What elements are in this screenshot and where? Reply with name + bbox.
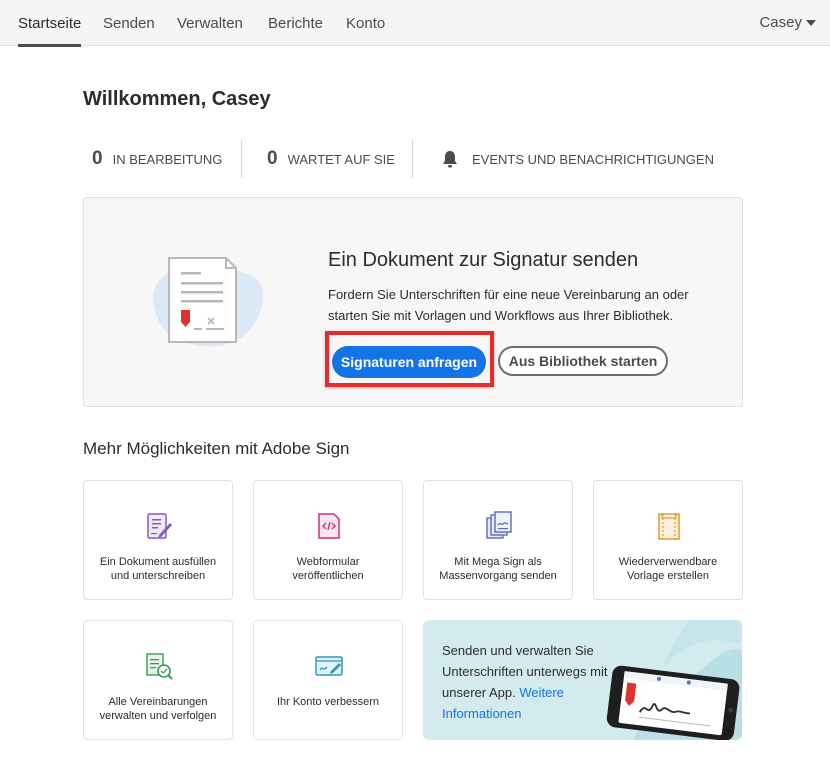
- nav-tab-berichte[interactable]: Berichte: [268, 0, 323, 46]
- mobile-app-promo: Senden und verwalten Sie Unterschriften …: [423, 620, 742, 740]
- hero-title: Ein Dokument zur Signatur senden: [328, 249, 639, 271]
- document-signature-illustration: [144, 250, 268, 355]
- nav-tab-senden[interactable]: Senden: [103, 0, 155, 46]
- request-signatures-button[interactable]: Signaturen anfragen: [332, 346, 486, 378]
- start-from-library-button[interactable]: Aus Bibliothek starten: [498, 346, 668, 376]
- bell-icon: [440, 149, 460, 169]
- tile-label: Ein Dokument ausfüllen und unterschreibe…: [99, 556, 217, 582]
- tile-label: Wiederverwendbare Vorlage erstellen: [618, 556, 718, 582]
- user-menu[interactable]: Casey: [759, 0, 816, 46]
- stat-in-progress[interactable]: 0 IN BEARBEITUNG: [92, 140, 222, 178]
- tile-fill-and-sign[interactable]: Ein Dokument ausfüllen und unterschreibe…: [83, 480, 233, 600]
- in-progress-label: IN BEARBEITUNG: [112, 151, 223, 167]
- nav-tab-verwalten[interactable]: Verwalten: [177, 0, 243, 46]
- promo-text: Senden und verwalten Sie Unterschriften …: [442, 640, 622, 724]
- divider: [241, 140, 242, 178]
- account-upgrade-icon: [314, 651, 344, 681]
- waiting-count: 0: [267, 148, 278, 169]
- tile-label: Ihr Konto verbessern: [276, 696, 380, 708]
- nav-tab-konto[interactable]: Konto: [346, 0, 385, 46]
- chevron-down-icon: [806, 20, 816, 27]
- web-form-icon: [314, 511, 344, 541]
- tile-manage-agreements[interactable]: Alle Vereinbarungen verwalten und verfol…: [83, 620, 233, 740]
- in-progress-count: 0: [92, 148, 103, 169]
- events-label: EVENTS UND BENACHRICHTIGUNGEN: [472, 151, 714, 167]
- tile-label: Alle Vereinbarungen verwalten und verfol…: [99, 696, 217, 722]
- nav-tab-startseite[interactable]: Startseite: [18, 0, 82, 47]
- send-for-signature-card: Ein Dokument zur Signatur senden Fordern…: [83, 197, 743, 407]
- top-navigation: Startseite Senden Verwalten Berichte Kon…: [0, 0, 830, 47]
- tile-mega-sign[interactable]: Mit Mega Sign als Massenvorgang senden: [423, 480, 573, 600]
- tile-label: Mit Mega Sign als Massenvorgang senden: [439, 556, 557, 582]
- stat-waiting[interactable]: 0 WARTET AUF SIE: [267, 140, 395, 178]
- hero-description: Fordern Sie Unterschriften für eine neue…: [328, 287, 689, 323]
- tile-label: Webformular veröffentlichen: [292, 556, 364, 582]
- stat-events[interactable]: EVENTS UND BENACHRICHTIGUNGEN: [440, 140, 714, 178]
- tile-template[interactable]: Wiederverwendbare Vorlage erstellen: [593, 480, 743, 600]
- tile-improve-account[interactable]: Ihr Konto verbessern: [253, 620, 403, 740]
- welcome-heading: Willkommen, Casey: [83, 88, 271, 110]
- mega-sign-icon: [484, 511, 514, 541]
- fill-sign-icon: [144, 511, 174, 541]
- divider: [412, 140, 413, 178]
- more-options-heading: Mehr Möglichkeiten mit Adobe Sign: [83, 439, 350, 458]
- waiting-label: WARTET AUF SIE: [287, 151, 395, 167]
- user-name: Casey: [759, 14, 802, 31]
- template-icon: [654, 511, 684, 541]
- tile-web-form[interactable]: Webformular veröffentlichen: [253, 480, 403, 600]
- manage-agreements-icon: [144, 651, 174, 681]
- phone-illustration: [601, 664, 742, 740]
